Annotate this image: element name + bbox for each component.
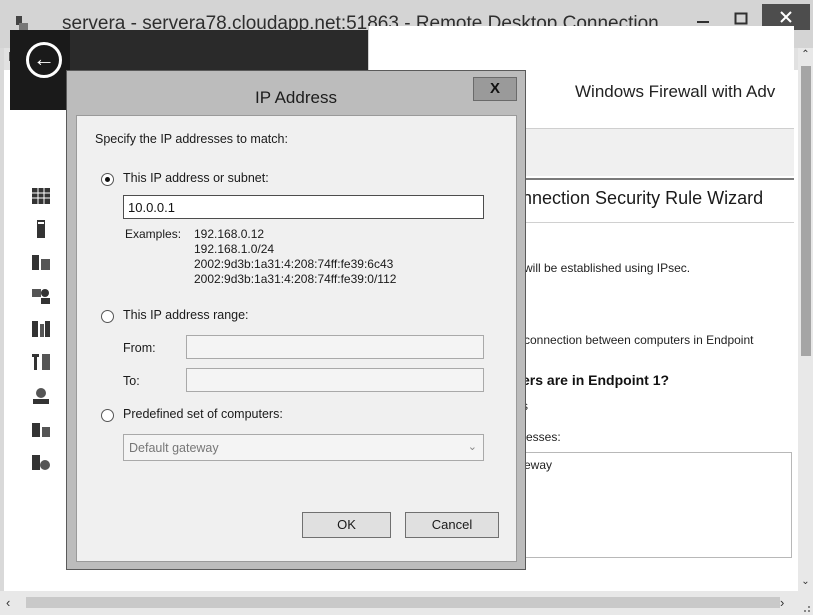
scroll-down-icon[interactable]: ⌄ [798, 575, 813, 589]
ok-button[interactable]: OK [302, 512, 391, 538]
ip-address-dialog: IP Address X Specify the IP addresses to… [66, 70, 526, 570]
devices-icon[interactable] [30, 418, 52, 440]
cancel-button[interactable]: Cancel [405, 512, 499, 538]
dialog-title: IP Address [255, 88, 337, 107]
minimize-icon [697, 21, 709, 23]
from-label: From: [123, 341, 156, 355]
predefined-select[interactable]: Default gateway ⌄ [123, 434, 484, 461]
wizard-list-item[interactable]: eway [524, 458, 552, 472]
examples-label: Examples: [125, 227, 182, 241]
example-line: 2002:9d3b:1a31:4:208:74ff:fe39:6c43 [194, 257, 394, 271]
vertical-scrollbar[interactable]: ⌃ ⌄ [798, 48, 813, 591]
predefined-radio-label[interactable]: Predefined set of computers: [123, 407, 283, 421]
table-icon[interactable] [30, 185, 52, 207]
dialog-title-bar: IP Address X [67, 71, 525, 111]
wizard-option-addresses[interactable]: resses: [522, 430, 561, 444]
server-icon[interactable] [30, 218, 52, 240]
predefined-select-value: Default gateway [129, 441, 219, 455]
horizontal-scroll-thumb[interactable] [26, 597, 780, 608]
range-from-input[interactable] [186, 335, 484, 359]
wizard-title: nnection Security Rule Wizard [522, 188, 764, 208]
horizontal-scrollbar[interactable]: ‹ › [0, 591, 813, 615]
subnet-radio[interactable] [101, 173, 114, 186]
range-radio-label[interactable]: This IP address range: [123, 308, 249, 322]
tools-icon[interactable] [30, 351, 52, 373]
users-icon[interactable] [30, 285, 52, 307]
example-line: 192.168.0.12 [194, 227, 265, 241]
dialog-client-area: Specify the IP addresses to match: This … [76, 115, 517, 562]
predefined-radio[interactable] [101, 409, 114, 422]
close-icon [780, 11, 792, 23]
example-line: 192.168.1.0/24 [194, 242, 275, 256]
range-radio[interactable] [101, 310, 114, 323]
wizard-endpoint-text: connection between computers in Endpoint [524, 333, 754, 347]
wizard-ipsec-text: will be established using IPsec. [524, 261, 691, 275]
instruction-label: Specify the IP addresses to match: [95, 132, 288, 146]
maximize-icon [734, 12, 748, 25]
network-icon[interactable] [30, 385, 52, 407]
monitor-icon[interactable] [30, 451, 52, 473]
range-to-input[interactable] [186, 368, 484, 392]
vertical-scroll-thumb[interactable] [801, 66, 811, 356]
chevron-down-icon: ⌄ [467, 441, 477, 453]
back-arrow-icon[interactable]: ← [26, 42, 62, 78]
wizard-address-list[interactable] [516, 452, 792, 558]
scroll-up-icon[interactable]: ⌃ [798, 48, 813, 62]
dialog-close-button[interactable]: X [473, 77, 517, 101]
resize-grip-icon[interactable] [798, 600, 811, 613]
example-line: 2002:9d3b:1a31:4:208:74ff:fe39:0/112 [194, 272, 397, 286]
building-icon[interactable] [30, 318, 52, 340]
scroll-left-icon[interactable]: ‹ [6, 595, 10, 610]
to-label: To: [123, 374, 140, 388]
wizard-question: ers are in Endpoint 1? [522, 372, 670, 388]
firewall-title: Windows Firewall with Adv [575, 82, 776, 101]
subnet-radio-label[interactable]: This IP address or subnet: [123, 171, 269, 185]
ip-subnet-input[interactable] [123, 195, 484, 219]
scroll-right-icon[interactable]: › [780, 595, 784, 610]
servers-icon[interactable] [30, 251, 52, 273]
